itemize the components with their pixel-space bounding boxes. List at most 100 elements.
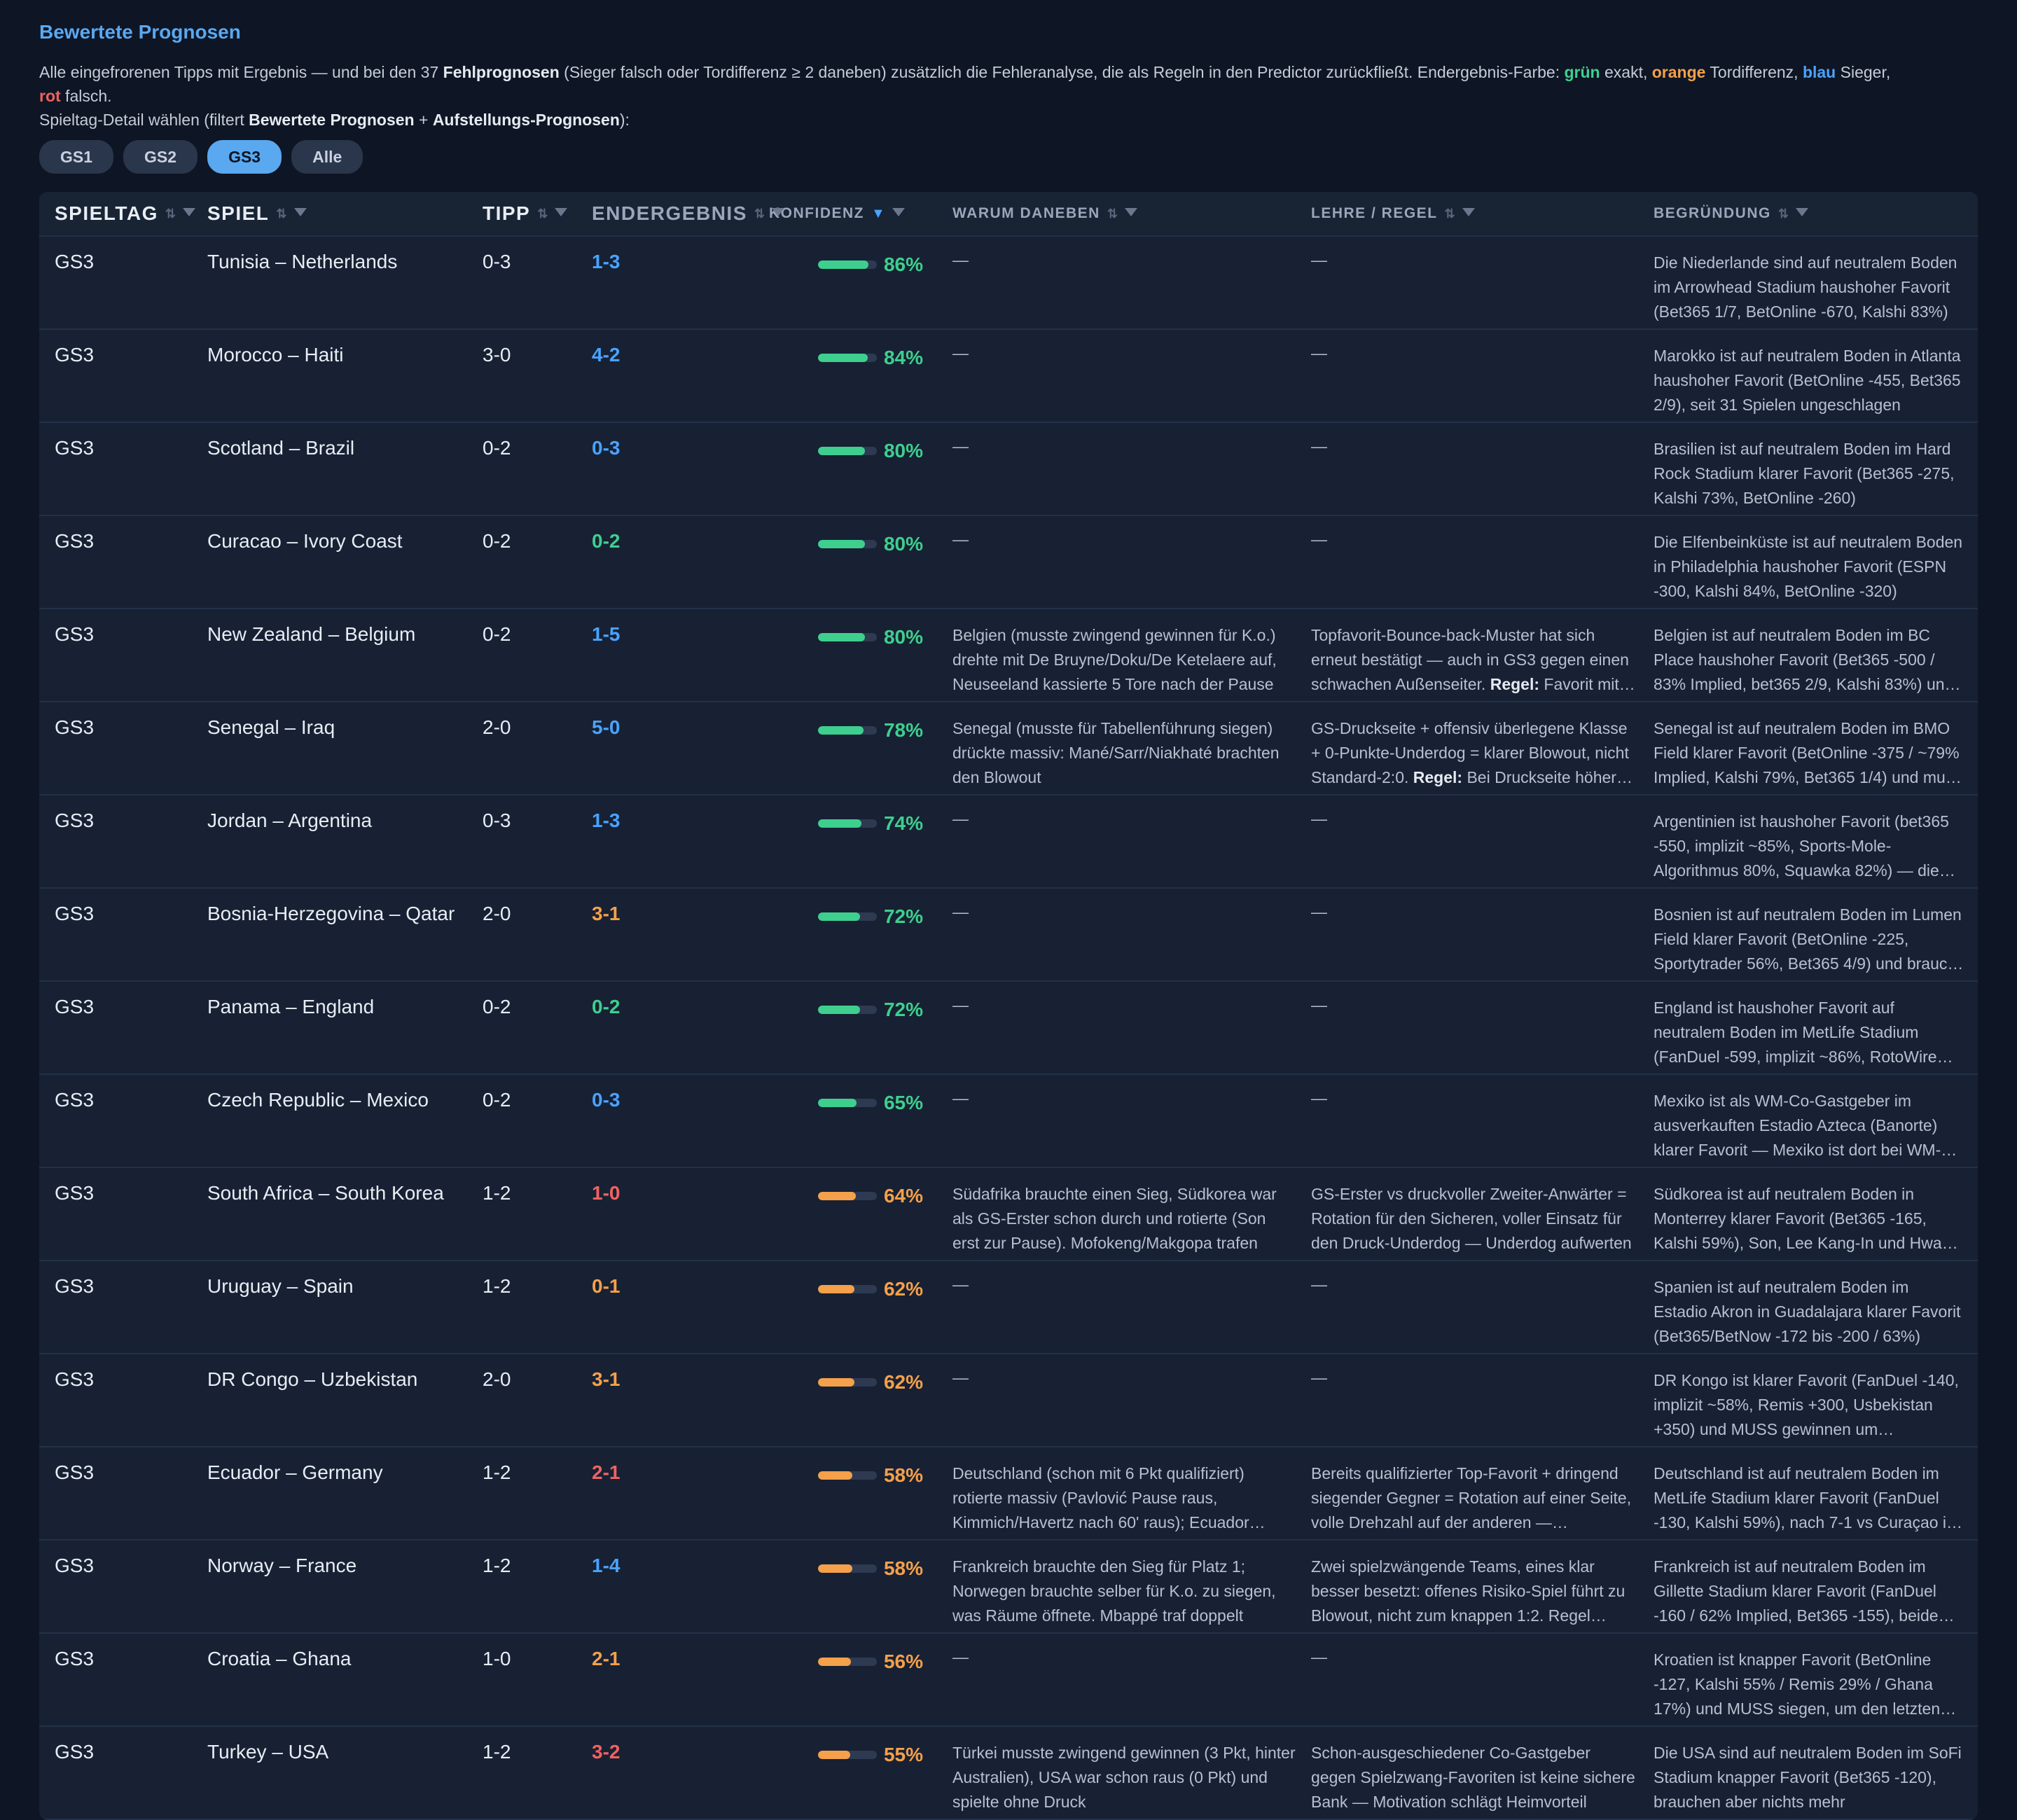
table-row[interactable]: GS3 DR Congo – Uzbekistan 2-0 3-1 62% — — DR Ko… <box>39 1354 1978 1447</box>
col-warum[interactable]: WARUM DANEBEN ⇅ <box>937 205 1296 222</box>
table-row[interactable]: GS3 Scotland – Brazil 0-2 0-3 80% — — Brasilien… <box>39 423 1978 516</box>
table-row[interactable]: GS3 Curacao – Ivory Coast 0-2 0-2 80% — — Die E… <box>39 516 1978 609</box>
confidence-indicator: 80% <box>769 530 937 558</box>
table-row[interactable]: GS3 Bosnia-Herzegovina – Qatar 2-0 3-1 72% — —… <box>39 889 1978 982</box>
table-row[interactable]: GS3 Czech Republic – Mexico 0-2 0-3 65% — — Mex… <box>39 1075 1978 1168</box>
cell-begruendung: Brasilien ist auf neutralem Boden im Har… <box>1638 423 1967 515</box>
begruendung-text: Deutschland ist auf neutralem Boden im M… <box>1654 1464 1955 1531</box>
cell-spiel: Turkey – USA <box>207 1741 329 1763</box>
filter-pill-alle[interactable]: Alle <box>291 140 363 174</box>
filter-icon[interactable] <box>1124 208 1137 216</box>
page: Bewertete Prognosen Alle eingefrorenen T… <box>0 0 2017 1820</box>
confidence-bar <box>817 1751 877 1759</box>
filter-icon[interactable] <box>1462 208 1475 216</box>
cell-tipp: 1-2 <box>483 1555 511 1576</box>
lehre-text: — <box>1311 1368 1327 1387</box>
col-tipp[interactable]: TIPP ⇅ <box>467 202 576 225</box>
confidence-indicator: 58% <box>769 1555 937 1583</box>
confidence-bar-fill <box>817 1471 852 1480</box>
table-row[interactable]: GS3 Uruguay – Spain 1-2 0-1 62% — — Spanien ist… <box>39 1261 1978 1354</box>
table-row[interactable]: GS3 Panama – England 0-2 0-2 72% — — England is… <box>39 982 1978 1075</box>
filter-pill-gs1[interactable]: GS1 <box>39 140 114 174</box>
sort-icon[interactable]: ⇅ <box>537 207 548 221</box>
sort-desc-icon[interactable]: ▼ <box>871 206 885 222</box>
confidence-bar <box>817 1378 877 1387</box>
sort-icon[interactable]: ⇅ <box>1107 207 1118 221</box>
cell-spieltag: GS3 <box>55 1089 95 1111</box>
filter-icon[interactable] <box>892 208 905 216</box>
filter-pill-gs3[interactable]: GS3 <box>207 140 282 174</box>
cell-warum: — <box>937 330 1296 422</box>
filter-description: Spieltag-Detail wählen (filtert Bewertet… <box>39 111 630 129</box>
confidence-bar <box>817 261 877 269</box>
filter-icon[interactable] <box>771 208 784 216</box>
filter-icon[interactable] <box>293 208 307 216</box>
col-konfidenz[interactable]: KONFIDENZ ▼ <box>769 205 937 222</box>
filter-icon[interactable] <box>555 208 568 216</box>
confidence-value: 64% <box>883 1185 923 1207</box>
begruendung-text: Die Niederlande sind auf neutralem Boden… <box>1654 253 1957 321</box>
cell-warum: Türkei musste zwingend gewinnen (3 Pkt, … <box>937 1727 1296 1819</box>
confidence-value: 62% <box>883 1278 923 1300</box>
cell-lehre: — <box>1296 796 1638 887</box>
col-endergebnis[interactable]: ENDERGEBNIS ⇅ <box>576 202 784 225</box>
col-lehre[interactable]: LEHRE / REGEL ⇅ <box>1296 205 1638 222</box>
table-row[interactable]: GS3 Senegal – Iraq 2-0 5-0 78% Senegal (musst… <box>39 702 1978 796</box>
table-row[interactable]: GS3 Turkey – USA 1-2 3-2 55% Türkei musste zw… <box>39 1727 1978 1820</box>
table-row[interactable]: GS3 Jordan – Argentina 0-3 1-3 74% — — Argentin… <box>39 796 1978 889</box>
cell-tipp: 1-2 <box>483 1741 511 1763</box>
warum-text: — <box>952 810 969 828</box>
filter-icon[interactable] <box>182 208 195 216</box>
sort-icon[interactable]: ⇅ <box>1778 207 1789 221</box>
cell-konfidenz: 80% <box>769 516 937 608</box>
table-row[interactable]: GS3 Ecuador – Germany 1-2 2-1 58% Deutschland… <box>39 1447 1978 1541</box>
sort-icon[interactable]: ⇅ <box>165 207 176 221</box>
begruendung-text: Die Elfenbeinküste ist auf neutralem Bod… <box>1654 533 1963 600</box>
cell-tipp: 1-2 <box>483 1275 511 1297</box>
table-row[interactable]: GS3 Morocco – Haiti 3-0 4-2 84% — — Marokko ist… <box>39 330 1978 423</box>
warum-text: — <box>952 530 969 548</box>
col-spieltag[interactable]: SPIELTAG ⇅ <box>39 202 195 225</box>
warum-text: Belgien (musste zwingend gewinnen für K.… <box>952 626 1277 693</box>
confidence-value: 58% <box>883 1557 923 1579</box>
cell-endergebnis: 2-1 <box>592 1461 621 1483</box>
cell-tipp: 0-2 <box>483 623 511 645</box>
table-row[interactable]: GS3 Tunisia – Netherlands 0-3 1-3 86% — — Die N… <box>39 237 1978 330</box>
confidence-bar <box>817 633 877 641</box>
col-begruendung[interactable]: BEGRÜNDUNG ⇅ <box>1638 205 1967 222</box>
table-row[interactable]: GS3 Norway – France 1-2 1-4 58% Frankreich br… <box>39 1541 1978 1634</box>
cell-spiel: Curacao – Ivory Coast <box>207 530 403 552</box>
sort-icon[interactable]: ⇅ <box>754 207 765 221</box>
filter-pill-gs2[interactable]: GS2 <box>123 140 198 174</box>
cell-warum: — <box>937 796 1296 887</box>
cell-lehre: — <box>1296 237 1638 328</box>
cell-spieltag: GS3 <box>55 1555 95 1576</box>
begruendung-text: Brasilien ist auf neutralem Boden im Har… <box>1654 440 1955 507</box>
confidence-indicator: 86% <box>769 251 937 279</box>
lehre-text: Schon-ausgeschiedener Co-Gastgeber gegen… <box>1311 1744 1635 1811</box>
cell-warum: — <box>937 1075 1296 1167</box>
lehre-text: — <box>1311 1089 1327 1107</box>
confidence-value: 55% <box>883 1744 923 1765</box>
warum-text: — <box>952 1089 969 1107</box>
cell-lehre: — <box>1296 1075 1638 1167</box>
confidence-value: 86% <box>883 253 923 275</box>
confidence-indicator: 80% <box>769 623 937 651</box>
cell-lehre: — <box>1296 423 1638 515</box>
table-row[interactable]: GS3 South Africa – South Korea 1-2 1-0 64% Sü… <box>39 1168 1978 1261</box>
lehre-text: — <box>1311 996 1327 1014</box>
cell-warum: — <box>937 516 1296 608</box>
col-spiel[interactable]: SPIEL ⇅ <box>192 202 467 225</box>
sort-icon[interactable]: ⇅ <box>1445 207 1455 221</box>
cell-lehre: — <box>1296 889 1638 980</box>
confidence-indicator: 78% <box>769 716 937 744</box>
confidence-bar <box>817 1471 877 1480</box>
forecast-table: SPIELTAG ⇅ SPIEL ⇅ TIPP ⇅ ENDERGEBNIS ⇅ KONF… <box>39 192 1978 1820</box>
table-row[interactable]: GS3 New Zealand – Belgium 0-2 1-5 80% Belgien… <box>39 609 1978 702</box>
lehre-text: — <box>1311 1275 1327 1293</box>
lehre-text: — <box>1311 810 1327 828</box>
table-row[interactable]: GS3 Croatia – Ghana 1-0 2-1 56% — — Kroatien is… <box>39 1634 1978 1727</box>
filter-icon[interactable] <box>1795 208 1808 216</box>
confidence-value: 80% <box>883 626 923 648</box>
sort-icon[interactable]: ⇅ <box>276 207 286 221</box>
